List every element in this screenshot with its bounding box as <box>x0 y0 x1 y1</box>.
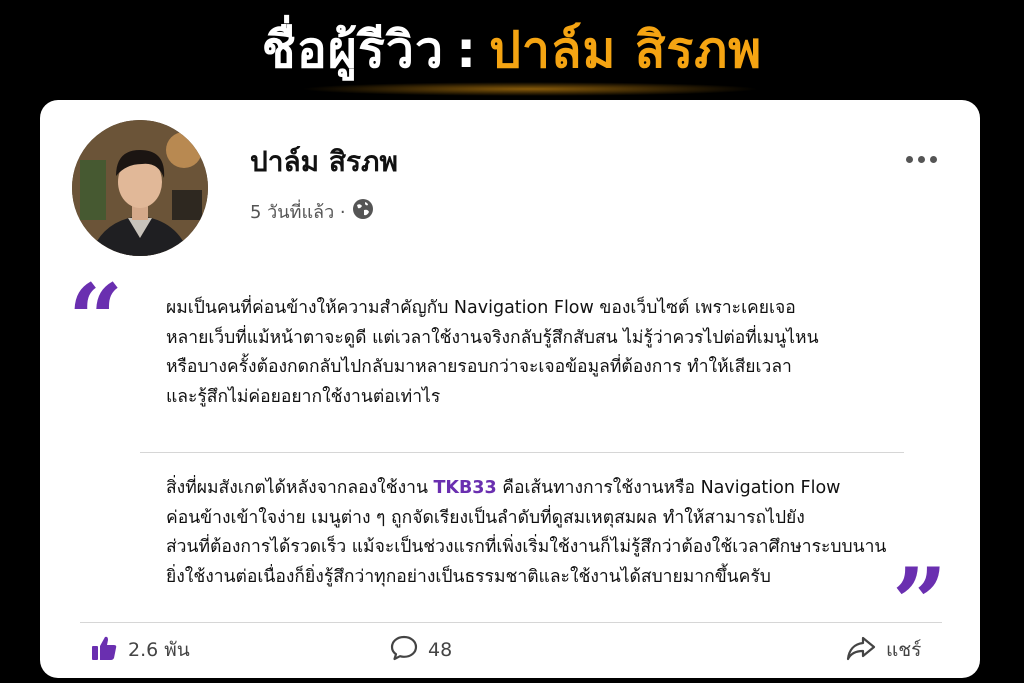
review-line: ยิ่งใช้งานต่อเนื่องก็ยิ่งรู้สึกว่าทุกอย่… <box>166 566 771 587</box>
share-button[interactable]: แชร์ <box>846 636 921 664</box>
review-line: ค่อนข้างเข้าใจง่าย เมนูต่าง ๆ ถูกจัดเรีย… <box>166 507 805 528</box>
headline-label: ชื่อผู้รีวิว <box>261 21 445 79</box>
review-line: หลายเว็บที่แม้หน้าตาจะดูดี แต่เวลาใช้งาน… <box>166 327 819 348</box>
post-time: 5 วันที่แล้ว · <box>250 201 346 223</box>
review-paragraph-1: ผมเป็นคนที่ค่อนข้างให้ความสำคัญกับ Navig… <box>166 294 936 412</box>
headline-reviewer-name: ปาล์ม สิรภพ <box>489 21 763 79</box>
author-name[interactable]: ปาล์ม สิรภพ <box>250 144 398 180</box>
review-post-card: ปาล์ม สิรภพ 5 วันที่แล้ว · “ ผมเป็นคนที่… <box>40 100 980 678</box>
like-count: 2.6 พัน <box>128 639 190 661</box>
review-line: สิ่งที่ผมสังเกตได้หลังจากลองใช้งาน TKB33… <box>166 474 936 504</box>
share-icon <box>846 634 876 667</box>
avatar[interactable] <box>72 120 208 256</box>
review-line: ผมเป็นคนที่ค่อนข้างให้ความสำคัญกับ Navig… <box>166 298 796 318</box>
quote-open-mark: “ <box>68 263 124 376</box>
comment-button[interactable]: 48 <box>390 634 453 667</box>
post-meta: 5 วันที่แล้ว · <box>250 198 374 227</box>
review-line: และรู้สึกไม่ค่อยอยากใช้งานต่อเท่าไร <box>166 386 441 407</box>
review-line: ส่วนที่ต้องการได้รวดเร็ว แม้จะเป็นช่วงแร… <box>166 537 887 557</box>
review-line: หรือบางครั้งต้องกดกลับไปกลับมาหลายรอบกว่… <box>166 357 792 377</box>
review-paragraph-2: สิ่งที่ผมสังเกตได้หลังจากลองใช้งาน TKB33… <box>166 474 936 592</box>
page-headline: ชื่อผู้รีวิว: ปาล์ม สิรภพ <box>0 18 1024 82</box>
comment-count: 48 <box>428 639 453 661</box>
globe-icon <box>352 198 374 227</box>
like-button[interactable]: 2.6 พัน <box>90 636 190 664</box>
paragraph-divider <box>140 452 904 453</box>
actions-divider <box>80 622 942 623</box>
brand-highlight: TKB33 <box>433 478 497 498</box>
headline-glow <box>300 82 760 96</box>
line-text: สิ่งที่ผมสังเกตได้หลังจากลองใช้งาน <box>166 478 434 498</box>
more-options-icon[interactable] <box>906 152 946 166</box>
thumbs-up-icon <box>90 634 118 667</box>
share-label: แชร์ <box>886 639 922 661</box>
comment-icon <box>390 634 418 667</box>
line-text: คือเส้นทางการใช้งานหรือ Navigation Flow <box>496 478 841 498</box>
headline-separator: : <box>456 21 478 79</box>
